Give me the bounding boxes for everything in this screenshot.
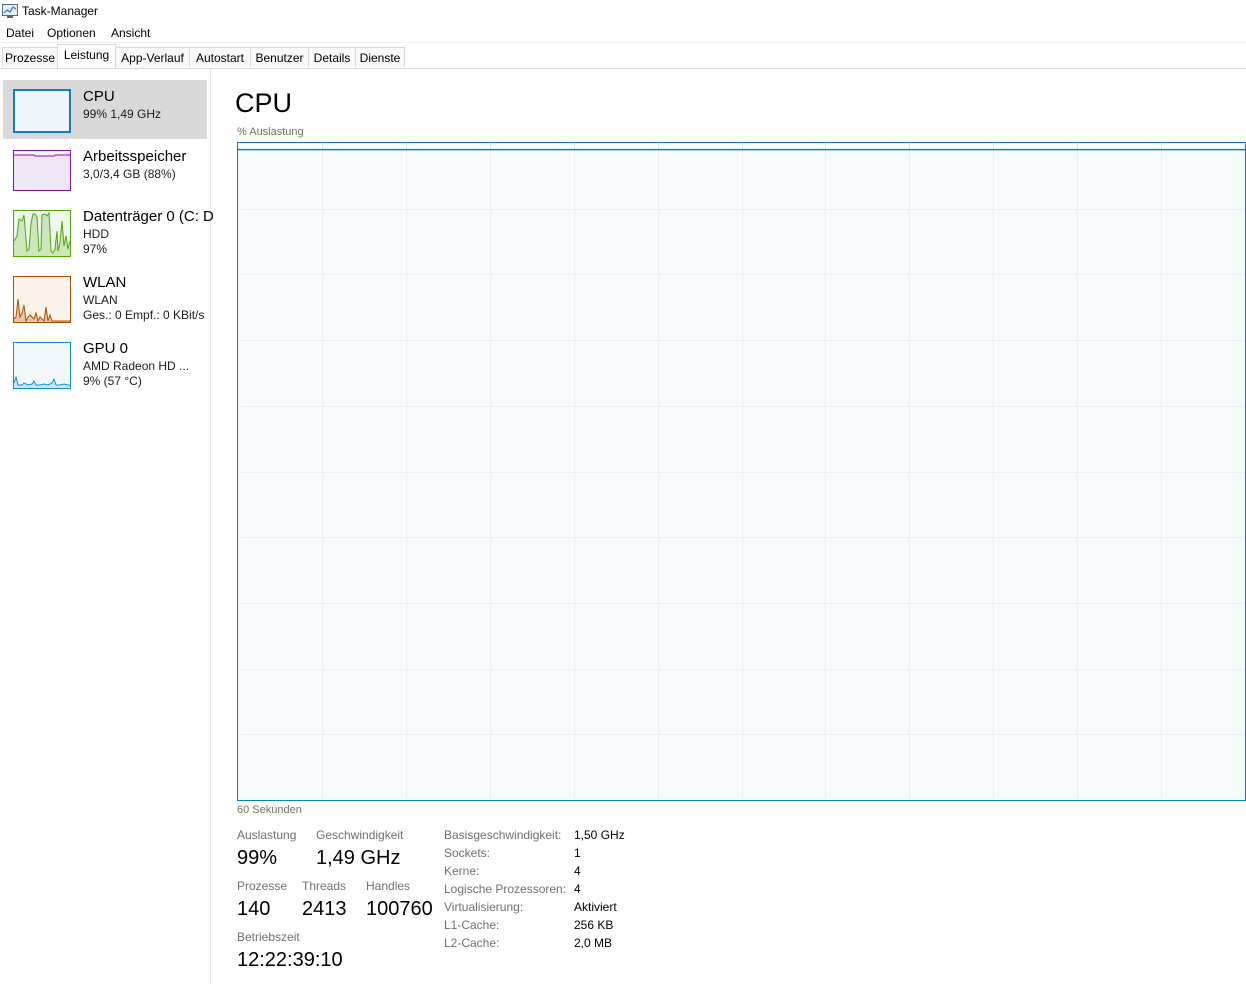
utilization-area (238, 149, 1245, 800)
tab-app-verlauf[interactable]: App-Verlauf (115, 47, 190, 67)
graph-x-label: 60 Sekunden (237, 804, 302, 816)
detail-value: Aktiviert (574, 900, 617, 914)
stat-label-prozesse: Prozesse (237, 879, 288, 893)
menu-bar: Datei Optionen Ansicht (0, 22, 1246, 43)
sidebar-item-title: Arbeitsspeicher (83, 148, 187, 165)
sidebar-item-title: GPU 0 (83, 340, 129, 357)
sidebar-item-title: WLAN (83, 274, 127, 291)
detail-label: Logische Prozessoren: (444, 882, 567, 896)
resource-sidebar: CPU 99% 1,49 GHz Arbeitsspeicher 3,0/3,4… (0, 69, 213, 984)
detail-value: 4 (574, 864, 581, 878)
detail-value: 1 (574, 846, 581, 860)
detail-label: Basisgeschwindigkeit: (444, 828, 562, 842)
sidebar-item-detail: HDD (83, 227, 109, 241)
stat-label-auslastung: Auslastung (237, 828, 297, 842)
cpu-thumbnail-graph (13, 89, 71, 133)
stat-value-handles: 100760 (366, 898, 433, 920)
detail-label: Sockets: (444, 846, 491, 860)
sidebar-item-detail: 9% (57 °C) (83, 374, 142, 388)
stat-label-geschwindigkeit: Geschwindigkeit (316, 828, 404, 842)
detail-value: 4 (574, 882, 581, 896)
detail-value: 2,0 MB (574, 936, 613, 950)
tab-leistung[interactable]: Leistung (57, 44, 116, 68)
window-title: Task-Manager (22, 4, 99, 18)
menu-optionen[interactable]: Optionen (47, 26, 96, 40)
sidebar-item-detail: 3,0/3,4 GB (88%) (83, 167, 176, 181)
tab-benutzer[interactable]: Benutzer (250, 47, 309, 67)
memory-thumbnail-graph (13, 150, 71, 191)
task-manager-icon (2, 4, 18, 18)
sidebar-item-detail: 97% (83, 242, 108, 256)
stat-label-threads: Threads (302, 879, 347, 893)
sidebar-item-title: CPU (83, 88, 115, 105)
sidebar-item-title: Datenträger 0 (C: D (83, 208, 213, 225)
stat-value-threads: 2413 (302, 898, 347, 920)
sidebar-item-cpu[interactable]: CPU 99% 1,49 GHz (3, 80, 207, 139)
sidebar-item-wlan[interactable]: WLAN WLAN Ges.: 0 Empf.: 0 KBit/s (3, 267, 207, 331)
tab-bar: Prozesse Leistung App-Verlauf Autostart … (0, 42, 1246, 69)
page-title: CPU (235, 88, 293, 118)
tab-autostart[interactable]: Autostart (189, 47, 251, 67)
title-bar: Task-Manager (0, 0, 1246, 22)
stat-value-auslastung: 99% (237, 847, 278, 869)
detail-label: Kerne: (444, 864, 480, 878)
menu-datei[interactable]: Datei (6, 26, 34, 40)
sidebar-item-disk[interactable]: Datenträger 0 (C: D HDD 97% (3, 201, 213, 265)
graph-y-label: % Auslastung (237, 126, 304, 138)
sidebar-item-detail: Ges.: 0 Empf.: 0 KBit/s (83, 308, 205, 322)
menu-ansicht[interactable]: Ansicht (111, 26, 150, 40)
tab-details[interactable]: Details (308, 47, 356, 67)
cpu-utilization-graph (237, 142, 1246, 801)
sidebar-item-memory[interactable]: Arbeitsspeicher 3,0/3,4 GB (88%) (3, 141, 207, 199)
gpu-thumbnail-graph (13, 342, 71, 389)
detail-label: L1-Cache: (444, 918, 500, 932)
stat-value-betriebszeit: 12:22:39:10 (237, 949, 343, 971)
stat-value-prozesse: 140 (237, 898, 271, 920)
sidebar-item-gpu[interactable]: GPU 0 AMD Radeon HD ... 9% (57 °C) (3, 333, 207, 397)
stat-label-betriebszeit: Betriebszeit (237, 930, 300, 944)
detail-value: 256 KB (574, 918, 614, 932)
tab-prozesse[interactable]: Prozesse (2, 47, 58, 67)
stat-label-handles: Handles (366, 879, 411, 893)
detail-label: L2-Cache: (444, 936, 500, 950)
detail-label: Virtualisierung: (444, 900, 524, 914)
sidebar-item-detail: 99% 1,49 GHz (83, 107, 162, 121)
sidebar-item-detail: AMD Radeon HD ... (83, 359, 190, 373)
disk-thumbnail-graph (13, 210, 71, 257)
tab-dienste[interactable]: Dienste (355, 47, 405, 67)
detail-value: 1,50 GHz (574, 828, 625, 842)
stat-value-geschwindigkeit: 1,49 GHz (316, 847, 401, 869)
wlan-thumbnail-graph (13, 276, 71, 323)
sidebar-item-detail: WLAN (83, 293, 118, 307)
